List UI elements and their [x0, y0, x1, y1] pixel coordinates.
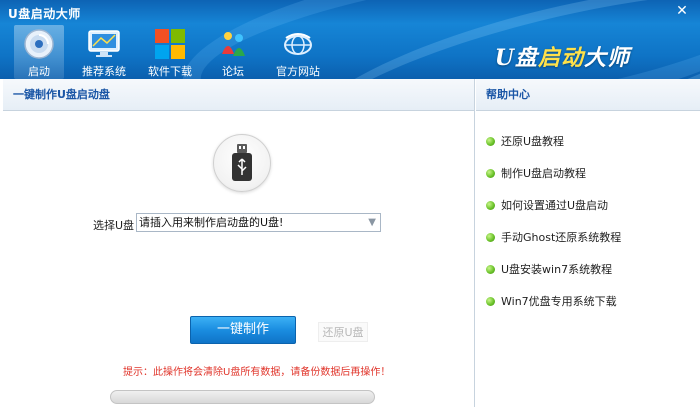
- tab-label: 论坛: [222, 65, 244, 78]
- help-link-text: 制作U盘启动教程: [501, 167, 587, 180]
- help-link-install-win7[interactable]: U盘安装win7系统教程: [486, 253, 700, 285]
- usb-drive-icon: [213, 134, 271, 192]
- help-link-text: 如何设置通过U盘启动: [501, 199, 609, 212]
- tab-software-download[interactable]: 软件下载: [142, 25, 198, 79]
- chevron-down-icon: ▼: [368, 217, 376, 228]
- one-click-make-button[interactable]: 一键制作: [190, 316, 296, 344]
- panel-title: 帮助中心: [476, 79, 700, 111]
- green-bullet-icon: [486, 232, 495, 242]
- brand-part: 大师: [583, 45, 630, 71]
- help-link-restore-usb[interactable]: 还原U盘教程: [486, 125, 700, 157]
- green-bullet-icon: [486, 264, 495, 274]
- tab-label: 官方网站: [276, 65, 320, 78]
- tab-recommended-systems[interactable]: 推荐系统: [76, 25, 132, 79]
- main-content: 一键制作U盘启动盘 选择U盘 请插入用来制作启动盘的U盘! ▼ 一键制作 还原U…: [0, 79, 700, 407]
- green-bullet-icon: [486, 200, 495, 210]
- help-link-make-boot[interactable]: 制作U盘启动教程: [486, 157, 700, 189]
- help-link-text: U盘安装win7系统教程: [501, 263, 613, 276]
- usb-select-dropdown[interactable]: 请插入用来制作启动盘的U盘! ▼: [136, 213, 381, 232]
- tab-boot[interactable]: 启动: [14, 25, 64, 79]
- close-button[interactable]: ✕: [672, 3, 692, 20]
- brand-part: U盘: [494, 45, 538, 71]
- globe-icon: [281, 27, 315, 60]
- tab-label: 启动: [28, 65, 50, 78]
- forum-people-icon: [216, 27, 250, 60]
- select-usb-label: 选择U盘: [93, 219, 135, 232]
- boot-disc-icon: [22, 27, 56, 60]
- tab-forum[interactable]: 论坛: [208, 25, 258, 79]
- windows-logo-icon: [153, 27, 187, 60]
- help-link-text: 手动Ghost还原系统教程: [501, 231, 622, 244]
- tab-label: 推荐系统: [82, 65, 126, 78]
- help-center-panel: 帮助中心 还原U盘教程 制作U盘启动教程 如何设置通过U盘启动 手动Ghost还…: [476, 79, 700, 407]
- main-toolbar: 启动 推荐系统 软件下载 论坛 官方网站: [14, 25, 336, 79]
- green-bullet-icon: [486, 168, 495, 178]
- help-link-set-usb-boot[interactable]: 如何设置通过U盘启动: [486, 189, 700, 221]
- green-bullet-icon: [486, 136, 495, 146]
- make-boot-panel: 一键制作U盘启动盘 选择U盘 请插入用来制作启动盘的U盘! ▼ 一键制作 还原U…: [3, 79, 475, 407]
- warning-text: 提示：此操作将会清除U盘所有数据，请备份数据后再操作！: [123, 367, 391, 378]
- help-link-text: 还原U盘教程: [501, 135, 565, 148]
- monitor-icon: [87, 27, 121, 60]
- panel-title: 一键制作U盘启动盘: [3, 79, 474, 111]
- help-links: 还原U盘教程 制作U盘启动教程 如何设置通过U盘启动 手动Ghost还原系统教程…: [476, 111, 700, 317]
- progress-bar: [110, 390, 375, 404]
- help-link-ghost-restore[interactable]: 手动Ghost还原系统教程: [486, 221, 700, 253]
- restore-usb-button[interactable]: 还原U盘: [318, 322, 368, 342]
- green-bullet-icon: [486, 296, 495, 306]
- tab-label: 软件下载: [148, 65, 192, 78]
- brand-logo: U盘启动大师: [495, 40, 630, 72]
- title-bar: U盘启动大师 ✕ 启动 推荐系统 软件下载 论坛 官方网站 U盘启动大师: [0, 0, 700, 79]
- window-title: U盘启动大师: [8, 7, 81, 21]
- help-link-win7-download[interactable]: Win7优盘专用系统下载: [486, 285, 700, 317]
- usb-select-value: 请插入用来制作启动盘的U盘!: [139, 216, 284, 229]
- tab-official-website[interactable]: 官方网站: [270, 25, 326, 79]
- brand-part: 启动: [537, 45, 584, 71]
- help-link-text: Win7优盘专用系统下载: [501, 295, 617, 308]
